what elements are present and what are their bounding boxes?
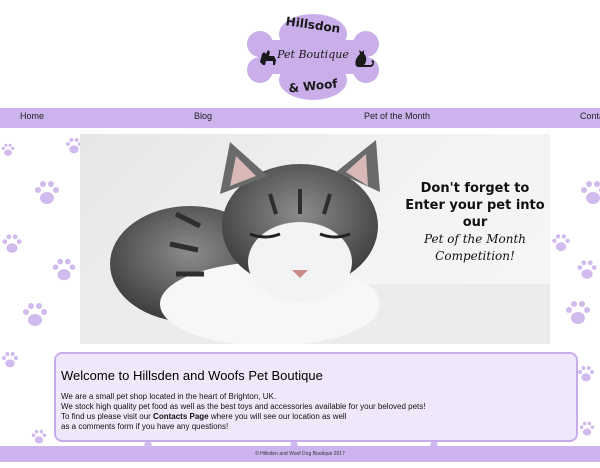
caption-italic-line: Pet of the Month: [423, 232, 526, 246]
welcome-line-3-suffix: where you will see our location as well: [208, 412, 347, 421]
welcome-panel: Welcome to Hillsden and Woofs Pet Boutiq…: [54, 352, 578, 442]
footer: © Hillsden and Woof Dog Boutique 2017: [0, 446, 600, 462]
paw-icon: [578, 366, 594, 382]
caption-line: Enter your pet into: [405, 198, 545, 213]
welcome-line-3-prefix: To find us please visit our: [61, 412, 154, 421]
welcome-line-4: as a comments form if you have any quest…: [61, 422, 229, 431]
paw-icon: [579, 421, 595, 436]
logo-middle-text: Pet Boutique: [277, 48, 349, 61]
hero-caption: Don't forget to Enter your pet into our …: [400, 180, 550, 265]
paw-icon: [566, 301, 590, 324]
paw-icon: [23, 303, 47, 326]
welcome-line-1: We are a small pet shop located in the h…: [61, 392, 277, 401]
nav-item-contact[interactable]: Conta: [580, 111, 600, 121]
caption-line: Don't forget to: [420, 181, 530, 196]
paw-icon: [35, 181, 59, 204]
nav-item-home[interactable]: Home: [20, 111, 44, 121]
contacts-page-link[interactable]: Contacts Page: [153, 412, 209, 421]
paw-icon: [577, 260, 597, 279]
welcome-line-2: We stock high quality pet food as well a…: [61, 402, 426, 411]
welcome-body: We are a small pet shop located in the h…: [61, 392, 426, 432]
main-nav: Home Blog Pet of the Month Conta: [0, 108, 600, 128]
site-logo[interactable]: Hillsdon Pet Boutique & Woof: [246, 10, 380, 102]
paw-icon: [1, 143, 15, 156]
paw-icon: [552, 234, 570, 252]
paw-icon: [2, 352, 18, 368]
nav-item-blog[interactable]: Blog: [194, 111, 212, 121]
footer-copyright: © Hillsden and Woof Dog Boutique 2017: [255, 451, 345, 457]
caption-italic-line: Competition!: [435, 249, 515, 263]
welcome-title: Welcome to Hillsden and Woofs Pet Boutiq…: [61, 368, 323, 383]
caption-line: our: [462, 215, 488, 230]
hero-banner: Don't forget to Enter your pet into our …: [80, 134, 550, 344]
welcome-line-3: To find us please visit our Contacts Pag…: [61, 412, 426, 422]
paw-icon: [2, 234, 22, 253]
nav-item-pet-of-the-month[interactable]: Pet of the Month: [364, 111, 430, 121]
paw-icon: [31, 429, 47, 444]
paw-icon: [52, 258, 76, 281]
paw-icon: [581, 181, 600, 204]
